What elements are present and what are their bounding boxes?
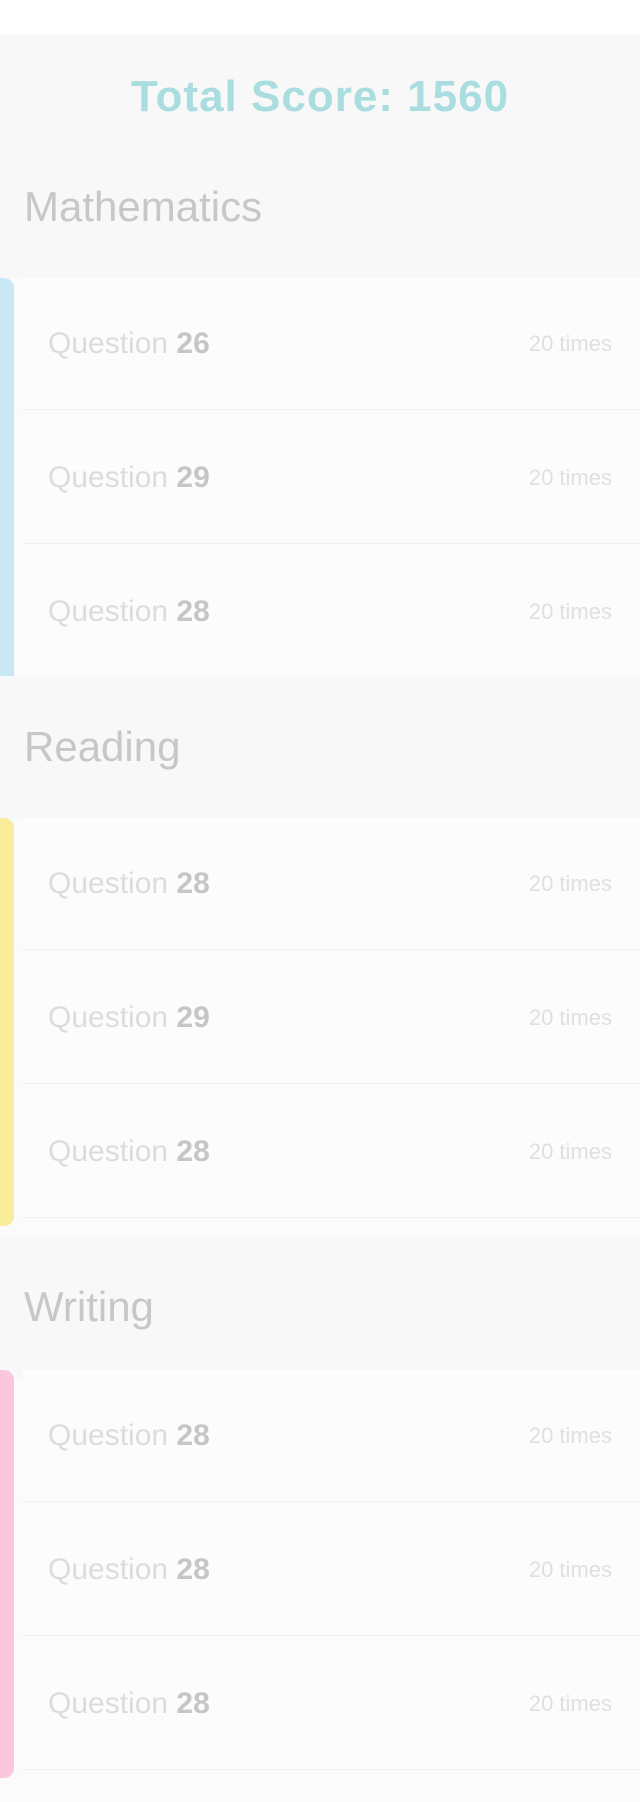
section-header-writing: Writing bbox=[0, 1236, 640, 1378]
question-label: Question 28 bbox=[48, 595, 210, 629]
section-accent-bar bbox=[0, 1370, 14, 1778]
section-header-mathematics: Mathematics bbox=[0, 136, 640, 278]
section-rows-reading: Question 28 20 times Question 29 20 time… bbox=[0, 818, 640, 1226]
question-number: 29 bbox=[176, 460, 210, 494]
question-row[interactable]: Question 29 20 times bbox=[22, 952, 640, 1084]
question-number: 28 bbox=[176, 1134, 210, 1168]
question-prefix: Question bbox=[48, 866, 169, 900]
question-number: 26 bbox=[176, 326, 210, 360]
question-prefix: Question bbox=[48, 594, 169, 628]
question-prefix: Question bbox=[48, 1134, 169, 1168]
section-rows-mathematics: Question 26 20 times Question 29 20 time… bbox=[0, 278, 640, 686]
question-number: 28 bbox=[176, 1418, 210, 1452]
question-row[interactable]: Question 28 20 times bbox=[22, 1638, 640, 1770]
question-label: Question 29 bbox=[48, 461, 210, 495]
question-number: 28 bbox=[176, 594, 210, 628]
section-accent-bar bbox=[0, 818, 14, 1226]
section-title: Reading bbox=[24, 723, 181, 770]
question-label: Question 28 bbox=[48, 1553, 210, 1587]
question-meta: 20 times bbox=[528, 1138, 612, 1164]
question-label: Question 28 bbox=[48, 1687, 210, 1721]
question-row[interactable]: Question 28 20 times bbox=[22, 818, 640, 950]
question-label: Question 26 bbox=[48, 327, 210, 361]
question-prefix: Question bbox=[48, 460, 169, 494]
question-prefix: Question bbox=[48, 1000, 169, 1034]
question-row[interactable]: Question 28 20 times bbox=[22, 1370, 640, 1502]
question-label: Question 29 bbox=[48, 1001, 210, 1035]
question-meta: 20 times bbox=[528, 1690, 612, 1716]
question-number: 28 bbox=[176, 866, 210, 900]
question-number: 28 bbox=[176, 1686, 210, 1720]
section-title: Mathematics bbox=[24, 183, 263, 230]
question-number: 29 bbox=[176, 1000, 210, 1034]
question-row[interactable]: Question 29 20 times bbox=[22, 412, 640, 544]
question-label: Question 28 bbox=[48, 1135, 210, 1169]
total-score-text: Total Score: 1560 bbox=[130, 72, 510, 121]
question-label: Question 28 bbox=[48, 1419, 210, 1453]
question-meta: 20 times bbox=[528, 598, 612, 624]
question-number: 28 bbox=[176, 1552, 210, 1586]
question-prefix: Question bbox=[48, 326, 169, 360]
question-row[interactable]: Question 28 20 times bbox=[22, 546, 640, 678]
section-accent-bar bbox=[0, 278, 14, 686]
question-meta: 20 times bbox=[528, 330, 612, 356]
question-prefix: Question bbox=[48, 1552, 169, 1586]
question-prefix: Question bbox=[48, 1418, 169, 1452]
question-meta: 20 times bbox=[528, 1422, 612, 1448]
question-row[interactable]: Question 28 20 times bbox=[22, 1504, 640, 1636]
question-meta: 20 times bbox=[528, 1004, 612, 1030]
section-title: Writing bbox=[24, 1283, 154, 1330]
score-screen: Total Score: 1560 Mathematics Question 2… bbox=[0, 0, 640, 1802]
question-meta: 20 times bbox=[528, 870, 612, 896]
section-rows-writing: Question 28 20 times Question 28 20 time… bbox=[0, 1370, 640, 1778]
question-meta: 20 times bbox=[528, 464, 612, 490]
question-prefix: Question bbox=[48, 1686, 169, 1720]
question-meta: 20 times bbox=[528, 1556, 612, 1582]
question-row[interactable]: Question 26 20 times bbox=[22, 278, 640, 410]
status-area bbox=[0, 0, 640, 34]
question-row[interactable]: Question 28 20 times bbox=[22, 1086, 640, 1218]
section-header-reading: Reading bbox=[0, 676, 640, 818]
question-label: Question 28 bbox=[48, 867, 210, 901]
